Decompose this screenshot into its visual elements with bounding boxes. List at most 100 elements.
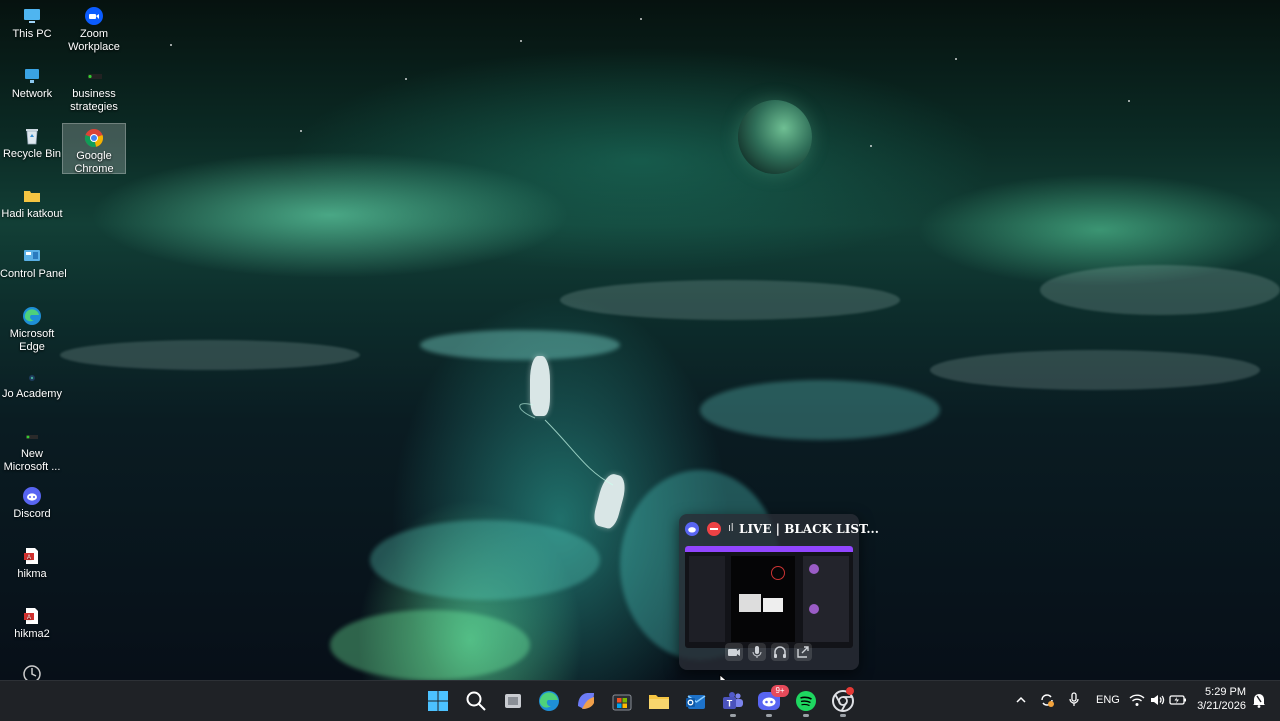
desktop-icon-label: New Microsoft ... xyxy=(3,448,61,473)
tether-line xyxy=(519,403,614,486)
desktop-icon-label: Recycle Bin xyxy=(2,148,62,160)
preview-tile xyxy=(763,598,783,612)
star xyxy=(640,18,642,20)
discord-icon xyxy=(685,522,699,536)
recycle-bin-icon xyxy=(26,129,38,145)
desktop-icon-label: Network xyxy=(11,88,53,100)
star xyxy=(955,58,957,60)
mountain-ridge xyxy=(1040,265,1280,315)
star xyxy=(1128,100,1130,102)
preview-sidebar xyxy=(689,556,725,642)
desktop-icon-label: Discord xyxy=(13,508,51,520)
preview-tile xyxy=(771,566,785,580)
desktop-icon-business-strategies[interactable]: business strategies xyxy=(62,62,126,116)
desktop-icon-new-microsoft[interactable]: New Microsoft ... xyxy=(0,422,64,476)
star xyxy=(170,44,172,46)
notifications-button[interactable] xyxy=(1251,691,1267,712)
language-indicator[interactable]: ENG xyxy=(1096,694,1120,706)
volume-button[interactable] xyxy=(1148,691,1166,712)
clock[interactable]: 5:29 PM 3/21/2026 xyxy=(1190,685,1246,713)
taskbar-outlook-button[interactable] xyxy=(684,689,708,713)
star xyxy=(870,145,872,147)
desktop-icon-jo-academy[interactable]: Jo Academy xyxy=(0,362,64,416)
live-stop-icon[interactable] xyxy=(707,522,721,536)
taskbar-copilot-button[interactable] xyxy=(574,689,598,713)
desktop-icon-label: Microsoft Edge xyxy=(9,328,55,353)
taskbar-teams-button[interactable]: T xyxy=(721,689,745,717)
stream-preview[interactable] xyxy=(685,546,853,648)
desktop-icon-this-pc[interactable]: This PC xyxy=(0,2,64,56)
desktop-icon-label: Zoom Workplace xyxy=(68,28,120,53)
desktop-icon-control-panel[interactable]: Control Panel xyxy=(0,242,67,296)
taskbar-start-button[interactable] xyxy=(426,689,450,713)
show-hidden-icons-button[interactable] xyxy=(1014,693,1028,710)
headphones-button[interactable] xyxy=(771,643,789,661)
task-view-icon xyxy=(505,694,521,708)
desktop-icon-discord[interactable]: Discord xyxy=(0,482,64,536)
disconnect-button[interactable] xyxy=(794,643,812,661)
taskbar-discord-button[interactable]: 9+ xyxy=(757,685,789,717)
microphone-button[interactable] xyxy=(748,643,766,661)
edge-icon xyxy=(539,691,559,711)
outlook-icon xyxy=(686,695,706,709)
desktop-icon-label: hikma2 xyxy=(14,628,50,640)
taskbar-task-view-button[interactable] xyxy=(501,689,525,713)
desktop-icon-zoom-workplace[interactable]: Zoom Workplace xyxy=(62,2,126,56)
microphone-tray-button[interactable] xyxy=(1066,691,1082,712)
preview-avatar xyxy=(809,564,819,574)
notification-badge: 9+ xyxy=(771,685,789,697)
battery-button[interactable] xyxy=(1168,691,1188,712)
desktop-icon-partial[interactable] xyxy=(0,660,64,683)
desktop-wallpaper xyxy=(0,0,1280,680)
desktop-icon-recycle-bin[interactable]: Recycle Bin xyxy=(0,122,64,176)
notification-dot xyxy=(846,687,854,695)
volume-bars-icon: ıl xyxy=(728,522,734,534)
battery-charging-icon xyxy=(1169,695,1186,705)
folder-icon xyxy=(24,191,40,202)
preview-video xyxy=(731,556,795,642)
file-explorer-icon xyxy=(649,695,669,709)
taskbar-edge-button[interactable] xyxy=(537,689,561,713)
control-panel-icon xyxy=(24,250,40,261)
desktop-icon-network[interactable]: Network xyxy=(0,62,64,116)
desktop-icon-hikma2[interactable]: A hikma2 xyxy=(0,602,64,656)
chrome-icon xyxy=(84,129,104,148)
spotify-icon xyxy=(796,691,816,711)
discord-stream-overlay[interactable]: ıl LIVE | BLACK LIST... xyxy=(679,514,879,670)
desktop-icon-microsoft-edge[interactable]: Microsoft Edge xyxy=(0,302,64,356)
taskbar-spotify-button[interactable] xyxy=(794,689,818,717)
copilot-icon xyxy=(578,693,594,709)
sync-icon xyxy=(1041,694,1054,707)
wifi-button[interactable] xyxy=(1128,691,1146,712)
shortcut-icon xyxy=(88,74,102,79)
cloud-layer xyxy=(60,340,360,370)
document-icon xyxy=(26,435,38,439)
glow-wave xyxy=(700,380,940,440)
desktop-icon-label: hikma xyxy=(17,568,47,580)
chevron-up-icon xyxy=(1016,696,1026,703)
pdf-icon: A xyxy=(24,548,38,564)
sync-tray-button[interactable] xyxy=(1038,691,1056,712)
desktop-icon-google-chrome[interactable]: Google Chrome xyxy=(62,123,126,175)
glow-wave xyxy=(370,520,600,600)
search-icon xyxy=(466,691,486,711)
camera-button[interactable] xyxy=(725,643,743,661)
star xyxy=(520,40,522,42)
mountain-ridge xyxy=(560,280,900,320)
desktop-icon-hikma[interactable]: A hikma xyxy=(0,542,64,596)
taskbar-store-button[interactable] xyxy=(610,689,634,713)
clock-date: 3/21/2026 xyxy=(1197,700,1246,712)
volume-icon xyxy=(1151,695,1165,705)
microphone-icon xyxy=(752,646,762,658)
preview-avatar xyxy=(809,604,819,614)
running-indicator xyxy=(803,714,809,717)
desktop-icon-label: Jo Academy xyxy=(2,388,62,400)
preview-tile xyxy=(739,594,761,612)
taskbar-file-explorer-button[interactable] xyxy=(647,689,671,713)
glow-wave xyxy=(420,330,620,360)
preview-accent-bar xyxy=(685,546,853,552)
discord-icon xyxy=(23,487,41,505)
taskbar-chrome-button[interactable] xyxy=(831,687,855,717)
desktop-icon-hadi-katkout[interactable]: Hadi katkout xyxy=(0,182,64,236)
taskbar-search-button[interactable] xyxy=(464,689,488,713)
